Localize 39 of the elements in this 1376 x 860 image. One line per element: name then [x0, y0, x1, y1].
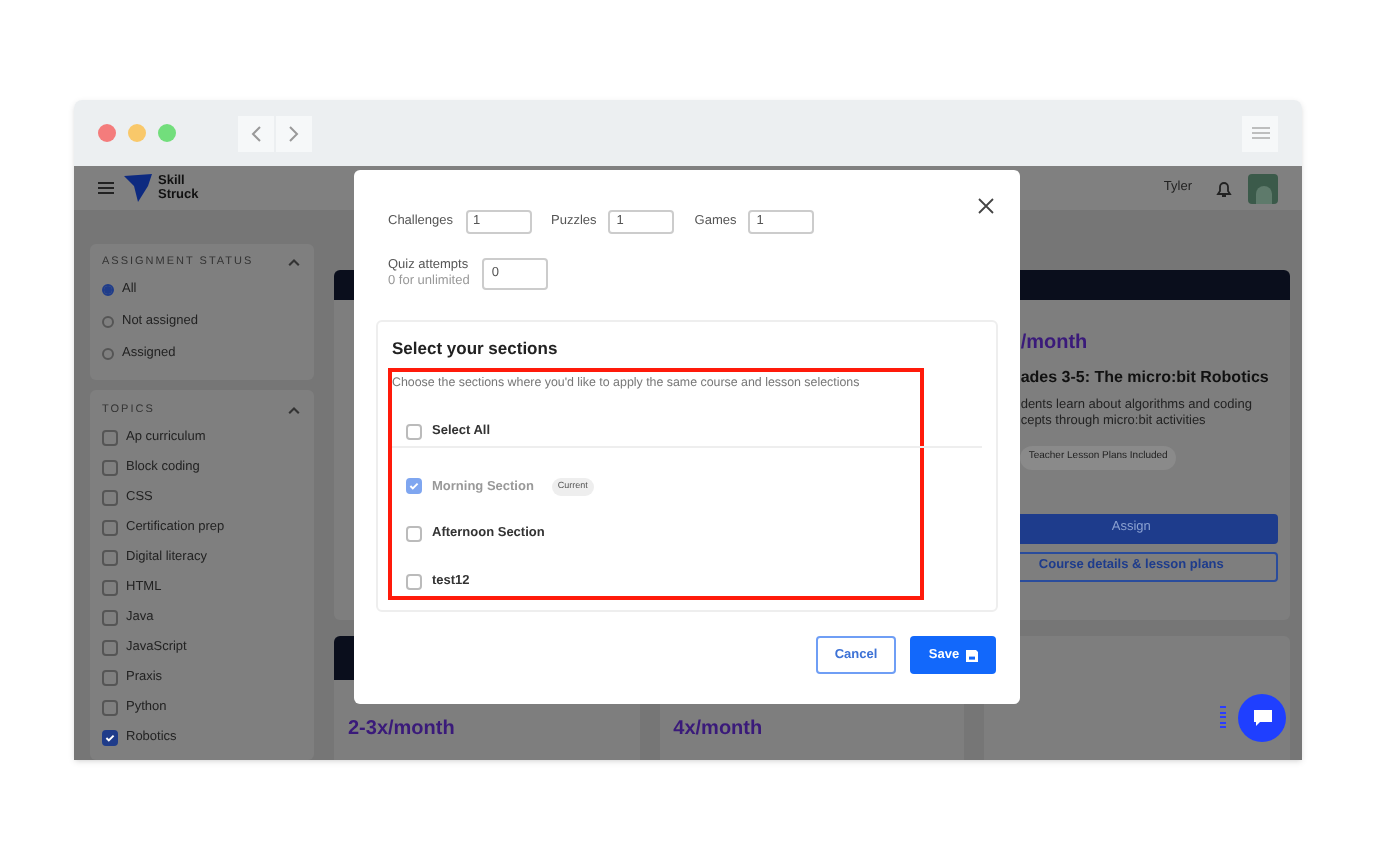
- checkbox[interactable]: [102, 729, 118, 745]
- checkbox[interactable]: [406, 573, 422, 590]
- checkbox[interactable]: [406, 526, 422, 543]
- forward-button[interactable]: [276, 115, 312, 151]
- close-button[interactable]: [976, 196, 994, 214]
- chevron-left-icon: [250, 125, 262, 141]
- sections-title: Select your sections: [392, 336, 560, 362]
- logo-icon: [124, 174, 152, 202]
- radio-button[interactable]: [102, 316, 114, 329]
- checkbox[interactable]: [102, 609, 118, 625]
- menu-icon[interactable]: [98, 182, 114, 194]
- checkbox[interactable]: [102, 699, 118, 715]
- checkbox[interactable]: [102, 549, 118, 565]
- checkbox[interactable]: [102, 459, 118, 475]
- card-frequency: /month: [1020, 330, 1090, 358]
- checkbox[interactable]: [406, 423, 422, 440]
- back-button[interactable]: [238, 115, 274, 151]
- sliders-icon: [1251, 126, 1269, 140]
- avatar[interactable]: [1248, 173, 1278, 203]
- card-frequency: 4x/month: [673, 716, 765, 744]
- chat-bubble-icon: [1251, 708, 1273, 728]
- checkbox[interactable]: [102, 579, 118, 595]
- drag-handle-icon[interactable]: [1220, 706, 1226, 730]
- chevron-icon[interactable]: [286, 402, 302, 419]
- card-frequency: 2-3x/month: [348, 716, 457, 744]
- floppy-disk-icon: [965, 649, 978, 661]
- checkbox[interactable]: [102, 669, 118, 685]
- card-title: ades 3-5: The micro:bit Robotics: [1020, 366, 1271, 390]
- checkbox[interactable]: [102, 519, 118, 535]
- chevron-icon[interactable]: [286, 254, 302, 271]
- radio-button[interactable]: [102, 348, 114, 361]
- checkbox[interactable]: [102, 489, 118, 505]
- settings-button[interactable]: [1242, 115, 1278, 151]
- bell-icon[interactable]: [1216, 179, 1232, 197]
- checkbox[interactable]: [102, 639, 118, 655]
- radio-button[interactable]: [102, 284, 114, 297]
- close-icon: [977, 197, 993, 213]
- checkbox[interactable]: [102, 429, 118, 445]
- chevron-right-icon: [288, 125, 300, 141]
